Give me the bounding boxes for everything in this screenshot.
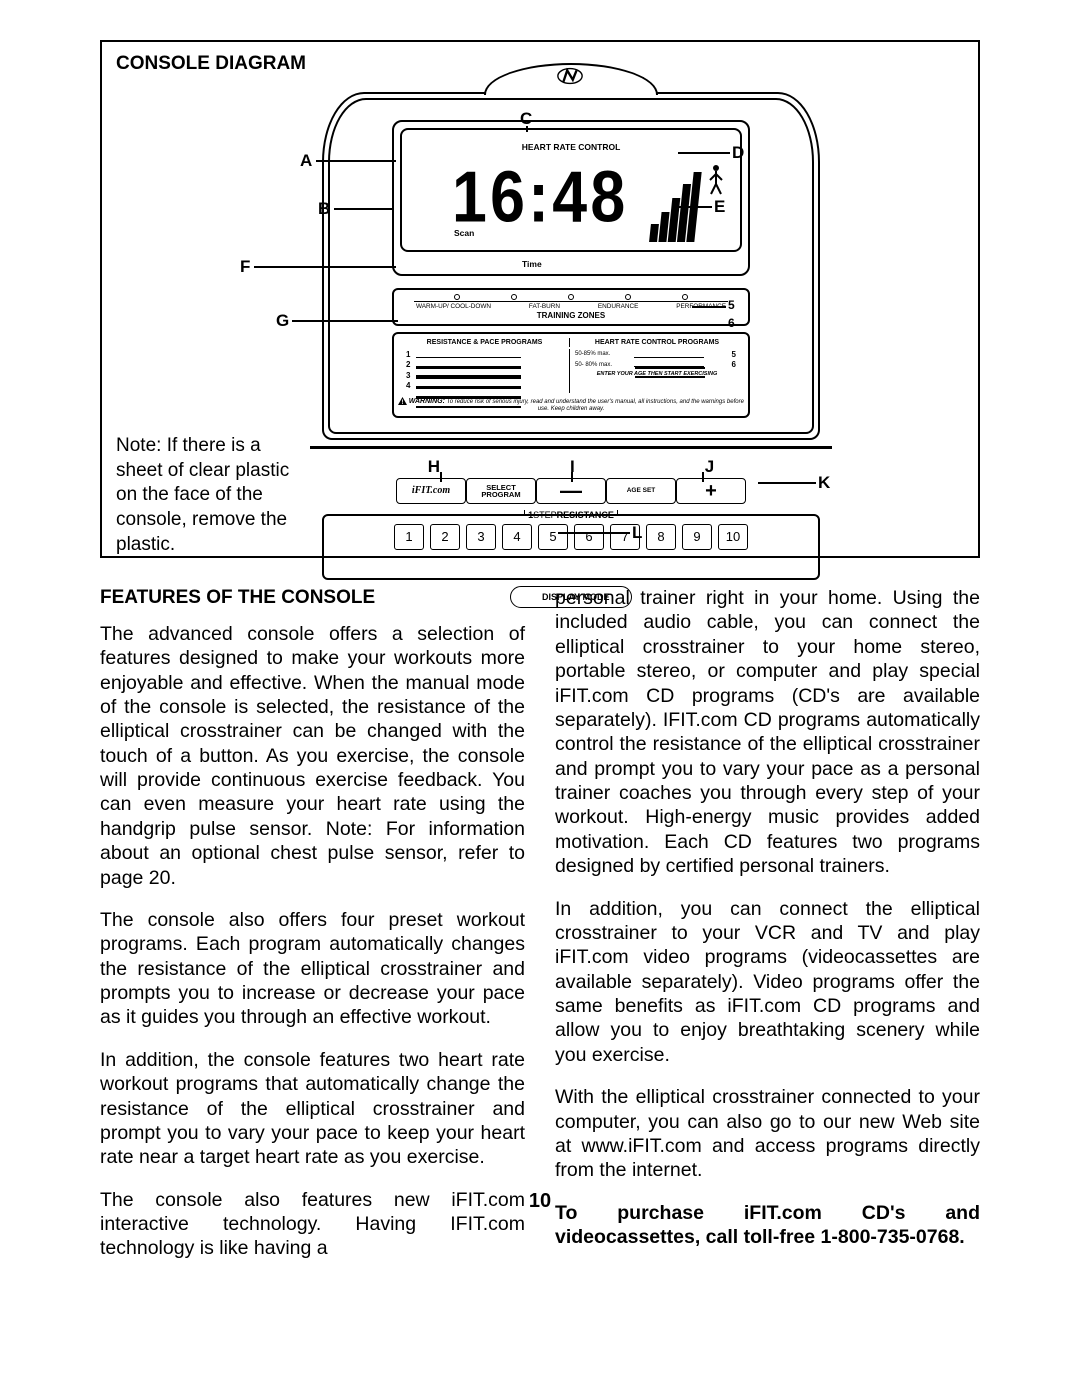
features-p6: In addition, you can connect the ellipti… [555,897,980,1068]
resistance-2-button[interactable]: 2 [430,524,460,550]
callout-E: E [714,196,725,218]
program-num: 1 [403,350,413,360]
features-p5: personal trainer right in your home. Usi… [555,586,980,879]
warning-triangle-icon: ! [398,397,407,405]
time-label: Time [522,259,542,270]
features-p1: The advanced console offers a selection … [100,622,525,890]
callout-L: L [632,522,642,544]
program-num: 5 [729,350,739,360]
resistance-10-button[interactable]: 10 [718,524,748,550]
scan-label: Scan [454,228,474,239]
callout-J: J [705,456,714,478]
programs-panel: RESISTANCE & PACE PROGRAMS HEART RATE CO… [392,332,750,418]
age-set-button[interactable]: AGE SET [606,478,676,504]
program-num: 4 [403,381,413,391]
callout-A: A [300,150,312,172]
resistance-3-button[interactable]: 3 [466,524,496,550]
svg-text:!: ! [402,400,404,405]
callout-F: F [240,256,250,278]
callout-G: G [276,310,289,332]
resistance-8-button[interactable]: 8 [646,524,676,550]
features-p3: In addition, the console features two he… [100,1048,525,1170]
zone-label: FAT-BURN [529,303,560,311]
callout-B: B [318,198,330,220]
page-number: 10 [100,1188,980,1214]
callout-D: D [732,142,744,164]
plus-button[interactable]: + [676,478,746,504]
hr-range: 50-85% max. [575,351,610,359]
features-p7: With the elliptical crosstrainer connect… [555,1085,980,1183]
lcd-display: HEART RATE CONTROL 16:48 Scan [392,120,750,276]
zone-label: WARM-UP/ COOL-DOWN [416,303,491,311]
training-zones-title: TRAINING ZONES [400,311,742,321]
body-column-right: personal trainer right in your home. Usi… [555,586,980,1267]
program-num: 6 [729,360,739,370]
features-heading: FEATURES OF THE CONSOLE [100,586,525,610]
diagram-note: Note: If there is a sheet of clear plast… [116,434,296,557]
minus-button[interactable]: — [536,478,606,504]
enter-age-note: ENTER YOUR AGE THEN START EXERCISING [575,371,739,378]
body-column-left: FEATURES OF THE CONSOLE The advanced con… [100,586,525,1267]
resistance-4-button[interactable]: 4 [502,524,532,550]
zone-label: ENDURANCE [598,303,638,311]
logo-icon [556,66,584,86]
ifit-button[interactable]: iFIT.com [396,478,466,504]
select-program-button[interactable]: SELECT PROGRAM [466,478,536,504]
resistance-1-button[interactable]: 1 [394,524,424,550]
resistance-9-button[interactable]: 9 [682,524,712,550]
resistance-6-button[interactable]: 6 [574,524,604,550]
program-num: 3 [403,371,413,381]
display-mode-label: DISPLAY MODE [542,592,610,604]
time-readout: 16:48 [452,150,628,244]
console-diagram-box: CONSOLE DIAGRAM Note: If there is a shee… [100,40,980,558]
program-num: 2 [403,360,413,370]
callout-K: K [818,472,830,494]
features-p2: The console also offers four preset work… [100,908,525,1030]
resistance-5-button[interactable]: 5 [538,524,568,550]
callout-H: H [428,456,440,478]
hr-programs-head: HEART RATE CONTROL PROGRAMS [572,338,742,347]
warning-text: ! WARNING: To reduce risk of serious inj… [398,396,744,417]
resistance-number-row: 1 2 3 4 5 6 7 8 9 10 [374,524,768,550]
hr-range: 50- 80% max. [575,362,612,370]
resistance-label: 1STEPRESISTANCE [322,510,820,522]
resistance-programs-head: RESISTANCE & PACE PROGRAMS [427,339,543,346]
